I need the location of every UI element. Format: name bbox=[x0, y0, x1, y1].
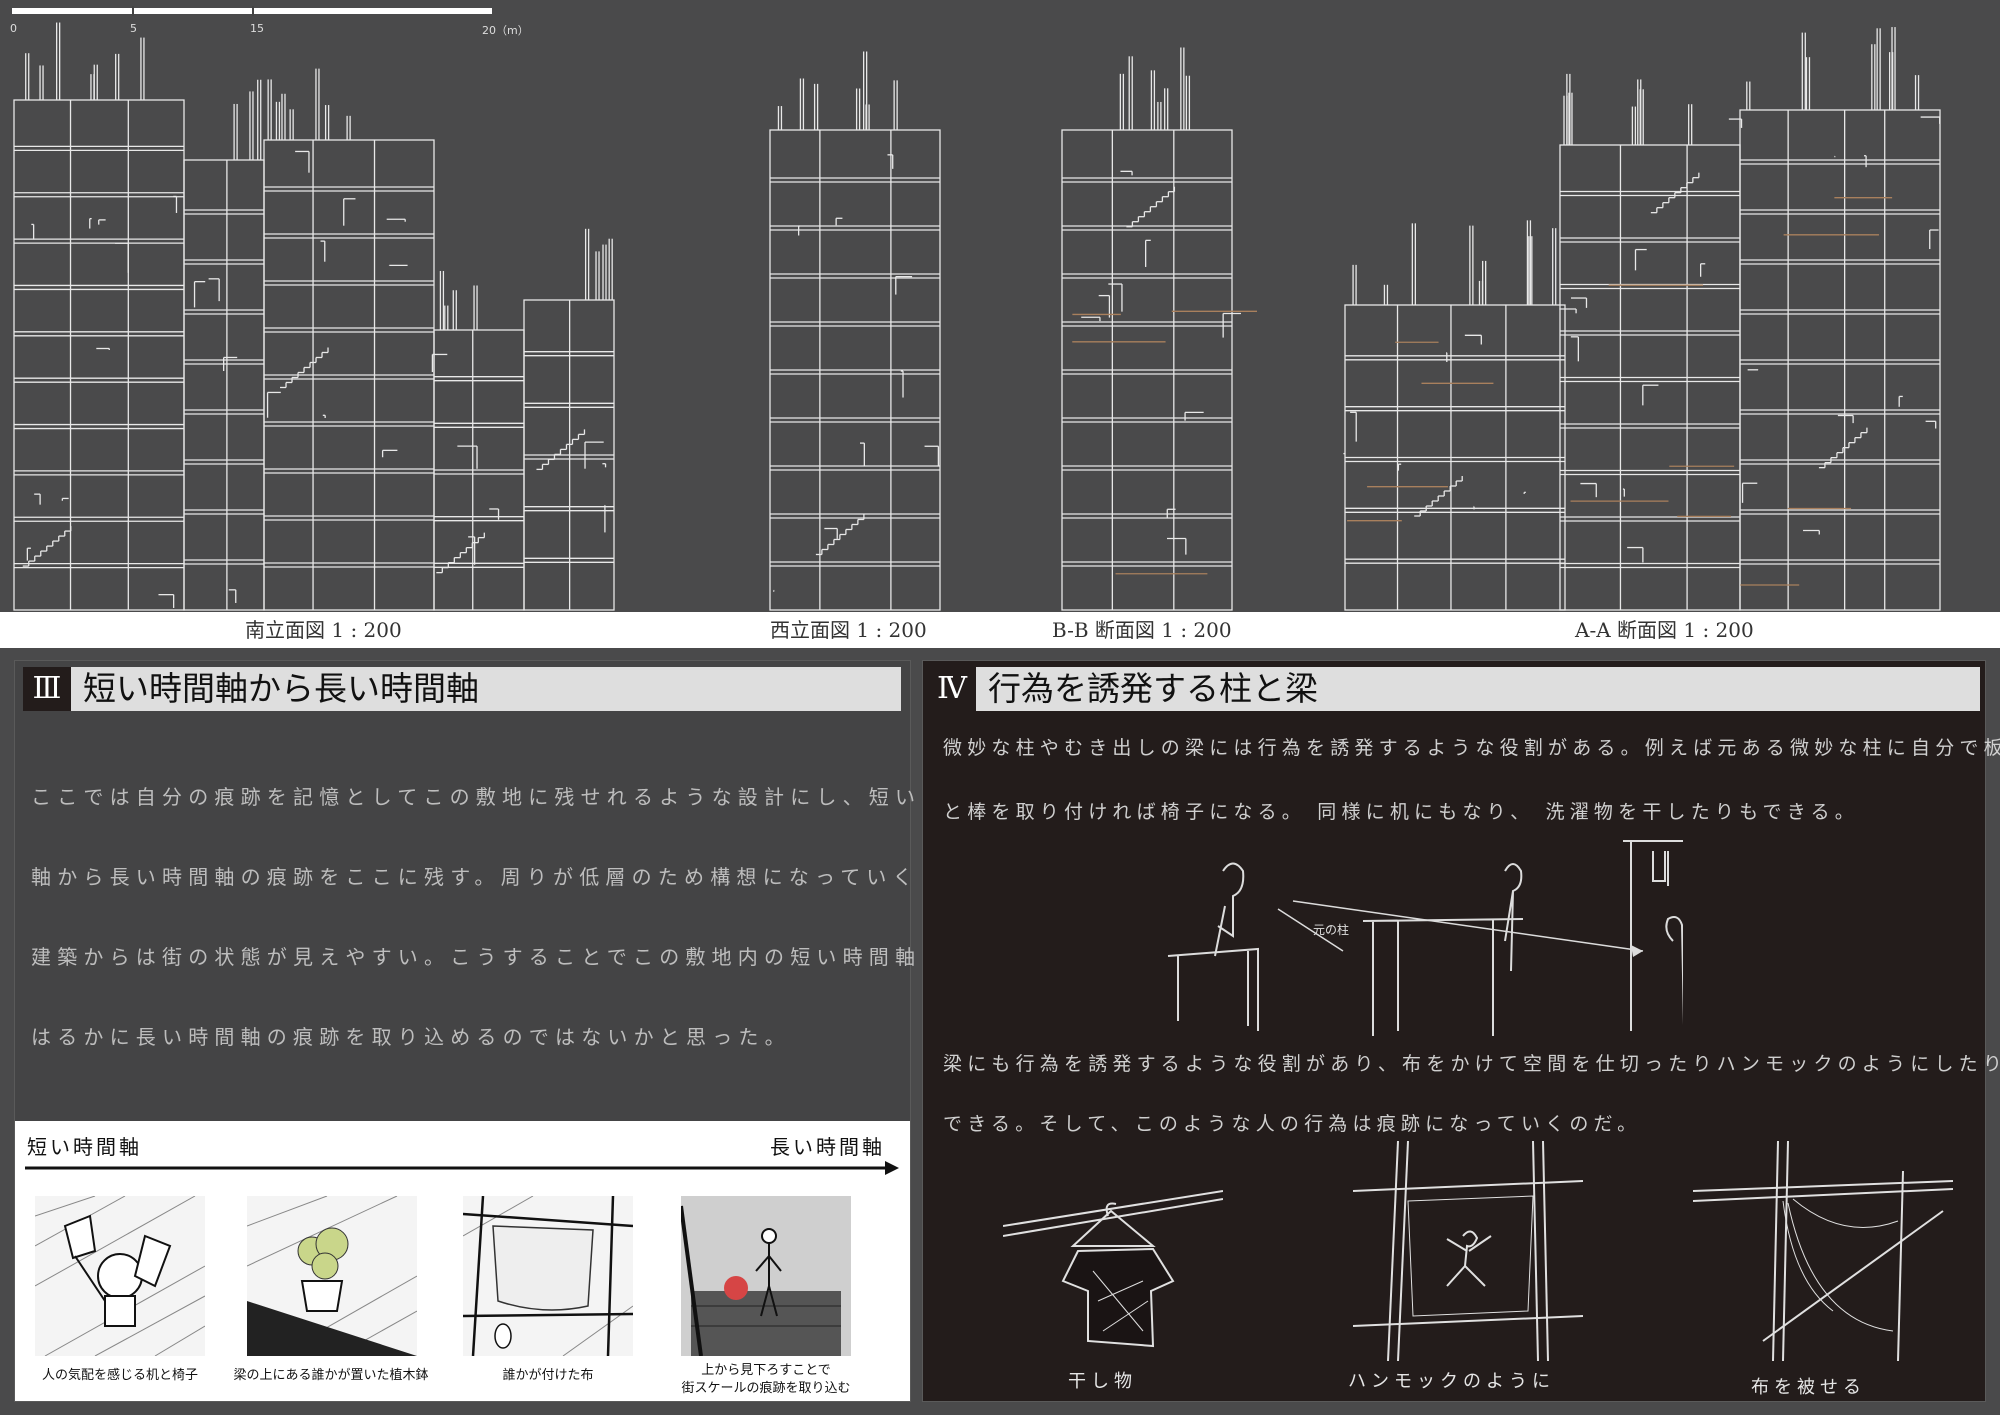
scale-tick-0: 0 bbox=[10, 22, 17, 35]
bb-section-drawing bbox=[1061, 47, 1258, 611]
scale-tick-20: 20（m） bbox=[482, 24, 529, 37]
column-use-sketch bbox=[1167, 840, 1683, 1036]
hammock-caption: ハンモックのように bbox=[1348, 1371, 1555, 1392]
section-3-panel: Ⅲ 短い時間軸から長い時間軸 ここでは自分の痕跡を記憶としてこの敷地に残せれるよ… bbox=[14, 660, 967, 1402]
scale-bar bbox=[12, 6, 492, 16]
section-4-title: 行為を誘発する柱と梁 bbox=[988, 669, 1318, 708]
section-3-title: 短い時間軸から長い時間軸 bbox=[83, 669, 479, 708]
original-column-label: 元の柱 bbox=[1313, 923, 1350, 937]
section-4-text-line: 梁にも行為を誘発するような役割があり、布をかけて空間を仕切ったりハンモックのよう… bbox=[943, 1053, 2000, 1075]
potted-plant-sketch bbox=[247, 1196, 417, 1356]
desk-chair-sketch bbox=[35, 1196, 205, 1356]
west-elevation-drawing bbox=[769, 51, 941, 611]
section-4-text-line: できる。そして、このような人の行為は痕跡になっていくのだ。 bbox=[943, 1113, 1642, 1135]
timeline-caption-1: 人の気配を感じる机と椅子 bbox=[41, 1368, 198, 1383]
cloth-cover-caption: 布を被せる bbox=[1751, 1377, 1866, 1398]
drying-caption: 干し物 bbox=[1068, 1371, 1137, 1392]
city-view-sketch bbox=[681, 1196, 851, 1356]
hanging-cloth-sketch bbox=[463, 1196, 633, 1356]
section-4-number: Ⅳ bbox=[928, 667, 976, 711]
aa-section-drawing bbox=[1343, 27, 1941, 611]
section-4-text-line: と棒を取り付ければ椅子になる。 同様に机にもなり、 洗濯物を干したりもできる。 bbox=[943, 801, 1859, 823]
timeline-arrow bbox=[25, 1161, 899, 1175]
section-3-text-line: 建築からは街の状態が見えやすい。こうすることでこの敷地内の短い時間軸より bbox=[31, 945, 974, 969]
timeline-caption-4a: 上から見下ろすことで bbox=[701, 1363, 831, 1378]
section-3-text-line: 軸から長い時間軸の痕跡をここに残す。周りが低層のため構想になっていくこの bbox=[31, 865, 972, 889]
timeline-end-label: 長い時間軸 bbox=[770, 1135, 885, 1159]
section-3-number: Ⅲ bbox=[23, 667, 71, 711]
timeline-start-label: 短い時間軸 bbox=[27, 1135, 142, 1159]
section-4-panel: Ⅳ 行為を誘発する柱と梁 微妙な柱やむき出しの梁には行為を誘発するような役割があ… bbox=[922, 660, 2000, 1402]
section-4-text-line: 微妙な柱やむき出しの梁には行為を誘発するような役割がある。例えば元ある微妙な柱に… bbox=[943, 737, 2000, 759]
timeline-caption-2: 梁の上にある誰かが置いた植木鉢 bbox=[233, 1368, 429, 1383]
cloth-cover-sketch bbox=[1693, 1141, 1953, 1361]
scale-tick-15: 15 bbox=[250, 22, 264, 35]
section-3-text-line: ここでは自分の痕跡を記憶としてこの敷地に残せれるような設計にし、短い時間 bbox=[31, 785, 974, 809]
timeline-caption-3: 誰かが付けた布 bbox=[502, 1368, 594, 1383]
drying-clothes-sketch bbox=[1003, 1190, 1223, 1348]
south-elevation-drawing bbox=[13, 22, 615, 611]
hammock-sketch bbox=[1353, 1141, 1583, 1361]
south-elevation-caption: 南立面図 1 : 200 bbox=[245, 618, 402, 642]
section-4-header: Ⅳ 行為を誘発する柱と梁 bbox=[928, 667, 1980, 711]
west-elevation-caption: 西立面図 1 : 200 bbox=[770, 618, 927, 642]
timeline-strip: 短い時間軸 長い時間軸 人の気配を感じる机と椅子 梁の上にある誰かが置いた植木鉢… bbox=[15, 1121, 910, 1401]
architectural-drawings bbox=[12, 6, 1941, 611]
aa-section-caption: A-A 断面図 1 : 200 bbox=[1575, 618, 1754, 642]
bb-section-caption: B-B 断面図 1 : 200 bbox=[1052, 618, 1232, 642]
section-3-text-line: はるかに長い時間軸の痕跡を取り込めるのではないかと思った。 bbox=[31, 1025, 791, 1049]
scale-tick-5: 5 bbox=[130, 22, 137, 35]
timeline-caption-4b: 街スケールの痕跡を取り込む bbox=[681, 1381, 851, 1396]
section-3-header: Ⅲ 短い時間軸から長い時間軸 bbox=[23, 667, 901, 711]
